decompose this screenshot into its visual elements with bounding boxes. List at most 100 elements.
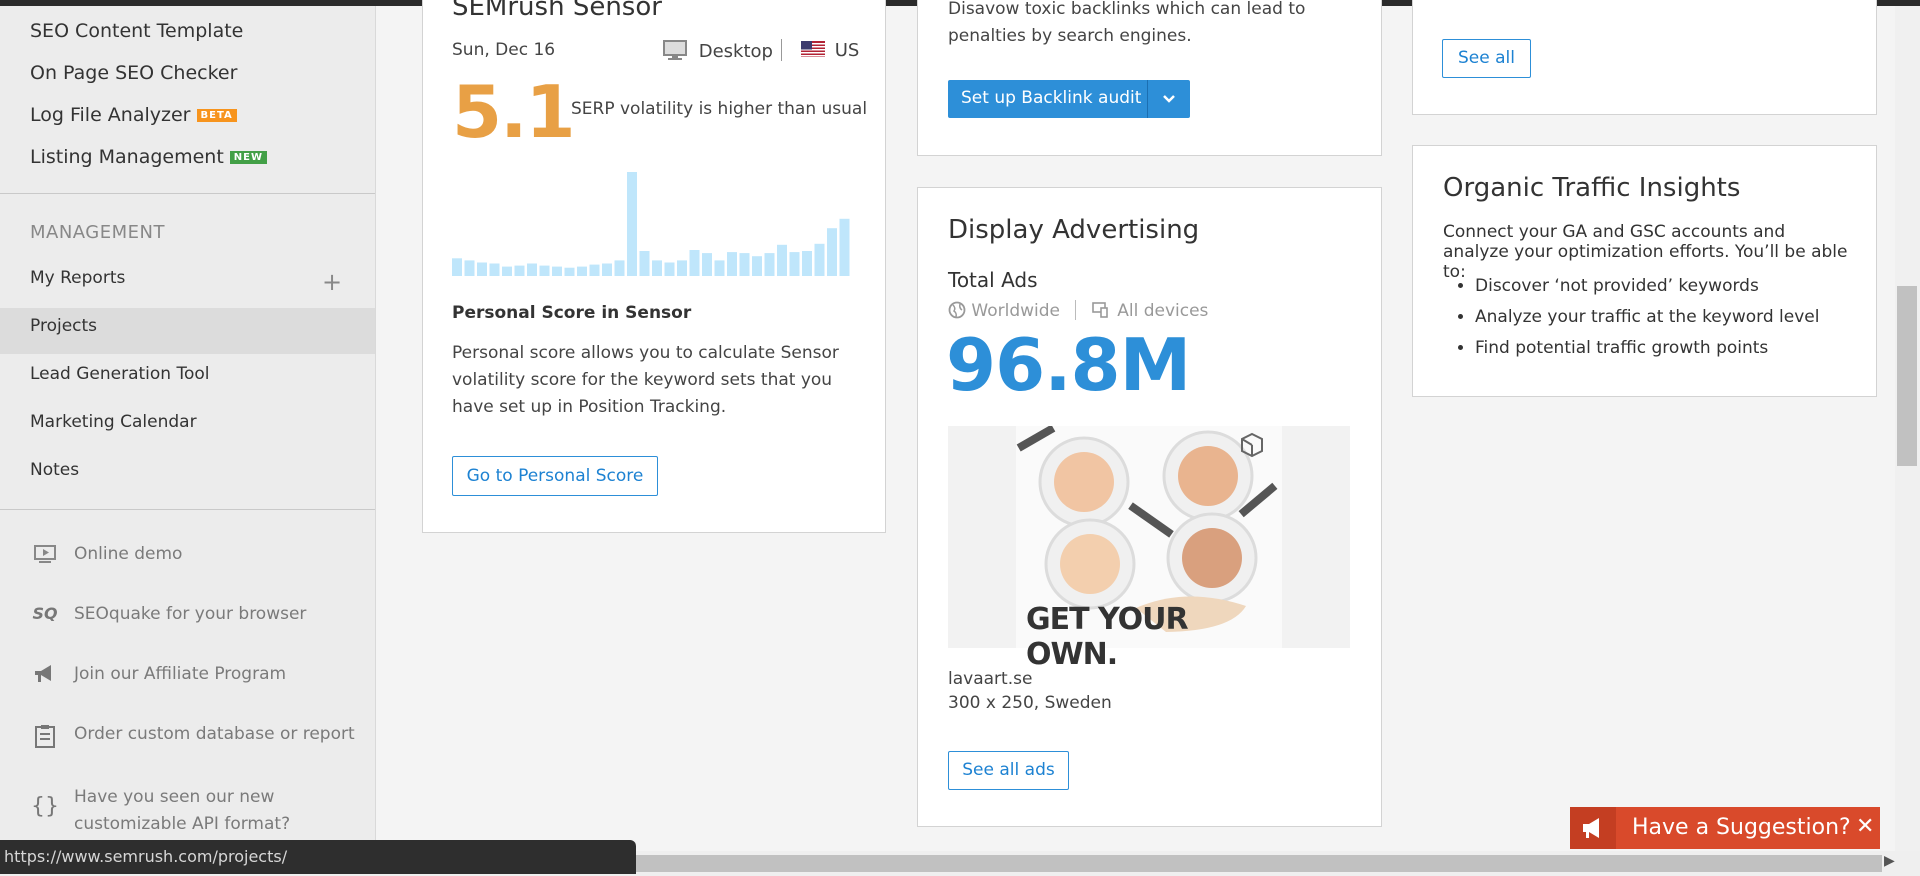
- sensor-bar[interactable]: [602, 263, 612, 277]
- sidebar-footer-affiliate[interactable]: Join our Affiliate Program: [30, 664, 286, 689]
- us-flag-icon: [801, 40, 831, 61]
- sidebar-item-projects[interactable]: Projects: [30, 316, 97, 336]
- sidebar-item-label: SEO Content Template: [30, 20, 244, 42]
- sensor-bar[interactable]: [827, 228, 837, 276]
- sidebar-item-label: On Page SEO Checker: [30, 62, 238, 84]
- sensor-bar[interactable]: [727, 252, 737, 276]
- sensor-bar[interactable]: [739, 253, 750, 276]
- ad-domain: lavaart.se: [948, 669, 1033, 689]
- sensor-bar[interactable]: [789, 252, 800, 276]
- backlink-audit-text: Disavow toxic backlinks which can lead t…: [948, 0, 1306, 46]
- sidebar-footer-order-database[interactable]: Order custom database or report: [30, 724, 355, 753]
- seoquake-icon: SQ: [32, 604, 58, 623]
- sensor-bar[interactable]: [839, 218, 850, 276]
- sensor-bar[interactable]: [452, 258, 462, 276]
- sidebar-item-listing-management[interactable]: Listing Management NEW: [30, 146, 268, 168]
- close-icon[interactable]: ✕: [1856, 814, 1874, 839]
- sensor-bar[interactable]: [489, 263, 500, 277]
- sensor-bar[interactable]: [677, 260, 687, 276]
- setup-backlink-audit-button[interactable]: Set up Backlink audit: [948, 80, 1190, 118]
- sensor-bar[interactable]: [814, 243, 825, 276]
- globe-icon: [948, 301, 966, 321]
- sensor-bar[interactable]: [752, 256, 762, 276]
- list-item: Discover ‘not provided’ keywords: [1475, 275, 1819, 306]
- sensor-bar[interactable]: [514, 265, 525, 276]
- footer-item-label: Join our Affiliate Program: [74, 664, 287, 684]
- ad-banner-text: GET YOUR OWN.: [1026, 602, 1189, 672]
- filter-separator: [1075, 300, 1077, 320]
- monitor-icon: [30, 544, 60, 569]
- sidebar-item-on-page-seo-checker[interactable]: On Page SEO Checker: [30, 62, 237, 84]
- footer-item-label: SEOquake for your browser: [74, 604, 307, 624]
- sensor-bar[interactable]: [502, 266, 512, 276]
- browser-status-url: https://www.semrush.com/projects/: [0, 840, 636, 874]
- sensor-bar[interactable]: [764, 253, 775, 276]
- sensor-date: Sun, Dec 16: [452, 40, 556, 60]
- suggestion-label: Have a Suggestion?: [1632, 815, 1851, 840]
- personal-score-text: Personal score allows you to calculate S…: [452, 343, 839, 417]
- footer-item-label: Order custom database or report: [74, 724, 355, 744]
- sidebar-item-lead-generation-tool[interactable]: Lead Generation Tool: [30, 364, 210, 384]
- sidebar-item-notes[interactable]: Notes: [30, 460, 79, 480]
- sidebar-item-label: Marketing Calendar: [30, 412, 197, 432]
- sensor-bar[interactable]: [689, 250, 700, 276]
- list-item: Analyze your traffic at the keyword leve…: [1475, 306, 1819, 337]
- vertical-scrollbar-thumb[interactable]: [1897, 286, 1917, 466]
- sidebar-item-label: Lead Generation Tool: [30, 364, 210, 384]
- sidebar-item-label: Projects: [30, 316, 98, 336]
- sensor-bar[interactable]: [464, 260, 475, 276]
- sensor-bar[interactable]: [589, 264, 600, 276]
- sensor-bar[interactable]: [552, 266, 562, 276]
- sensor-bar[interactable]: [664, 262, 675, 277]
- megaphone-icon: [1570, 807, 1616, 849]
- sidebar-item-label: Log File Analyzer: [30, 104, 191, 126]
- sensor-bar[interactable]: [614, 260, 625, 276]
- display-ads-filters: Worldwide All devices: [948, 300, 1208, 321]
- sensor-title: SEMrush Sensor: [452, 0, 662, 22]
- sensor-bar[interactable]: [777, 244, 787, 276]
- sensor-bar[interactable]: [702, 253, 712, 276]
- country-label: US: [834, 40, 860, 61]
- go-to-personal-score-button[interactable]: Go to Personal Score: [452, 456, 658, 496]
- total-ads-label: Total Ads: [948, 268, 1038, 292]
- sensor-bar[interactable]: [714, 260, 725, 276]
- devices-icon: [1092, 301, 1112, 321]
- megaphone-icon: [30, 664, 60, 689]
- chevron-down-icon[interactable]: [1147, 80, 1190, 118]
- ad-info-icon[interactable]: [1240, 432, 1264, 462]
- sensor-bar[interactable]: [652, 260, 662, 276]
- have-a-suggestion-button[interactable]: Have a Suggestion? ✕: [1570, 807, 1880, 849]
- sensor-bar[interactable]: [577, 266, 587, 276]
- devices-label: All devices: [1117, 301, 1209, 321]
- ad-preview[interactable]: GET YOUR OWN.: [948, 424, 1350, 672]
- add-report-plus-icon[interactable]: +: [322, 268, 342, 296]
- beta-badge: BETA: [196, 109, 237, 122]
- sidebar-item-log-file-analyzer[interactable]: Log File Analyzer BETA: [30, 104, 237, 126]
- scroll-right-arrow-icon[interactable]: ▶: [1884, 853, 1895, 869]
- sensor-bar[interactable]: [802, 251, 812, 276]
- sensor-bar[interactable]: [639, 251, 650, 276]
- sensor-volatility-note: SERP volatility is higher than usual: [571, 99, 868, 119]
- see-all-ads-button[interactable]: See all ads: [948, 751, 1069, 790]
- ad-details: 300 x 250, Sweden: [948, 693, 1112, 713]
- sidebar-item-my-reports[interactable]: My Reports: [30, 268, 125, 288]
- sensor-bar[interactable]: [539, 265, 550, 276]
- organic-traffic-benefits: Discover ‘not provided’ keywords Analyze…: [1443, 275, 1819, 368]
- sensor-bar[interactable]: [564, 267, 575, 276]
- sidebar-item-seo-content-template[interactable]: SEO Content Template: [30, 20, 243, 42]
- sidebar-item-label: Notes: [30, 460, 80, 480]
- see-all-button[interactable]: See all: [1442, 39, 1531, 78]
- sidebar-footer-api-format[interactable]: {} Have you seen our new customizable API…: [30, 784, 304, 838]
- sensor-bar[interactable]: [477, 262, 487, 277]
- sidebar-item-marketing-calendar[interactable]: Marketing Calendar: [30, 412, 197, 432]
- sidebar-footer-seoquake[interactable]: SQ SEOquake for your browser: [30, 604, 306, 624]
- sensor-country-selector[interactable]: US: [801, 40, 859, 61]
- sensor-bar[interactable]: [527, 263, 537, 277]
- curly-braces-icon: {}: [31, 794, 59, 819]
- sensor-bar[interactable]: [627, 172, 637, 276]
- sensor-device-selector[interactable]: Desktop: [663, 40, 773, 62]
- sidebar-footer-online-demo[interactable]: Online demo: [30, 544, 182, 569]
- personal-score-title: Personal Score in Sensor: [452, 303, 692, 323]
- list-item: Find potential traffic growth points: [1475, 337, 1819, 368]
- clipboard-icon: [30, 724, 60, 753]
